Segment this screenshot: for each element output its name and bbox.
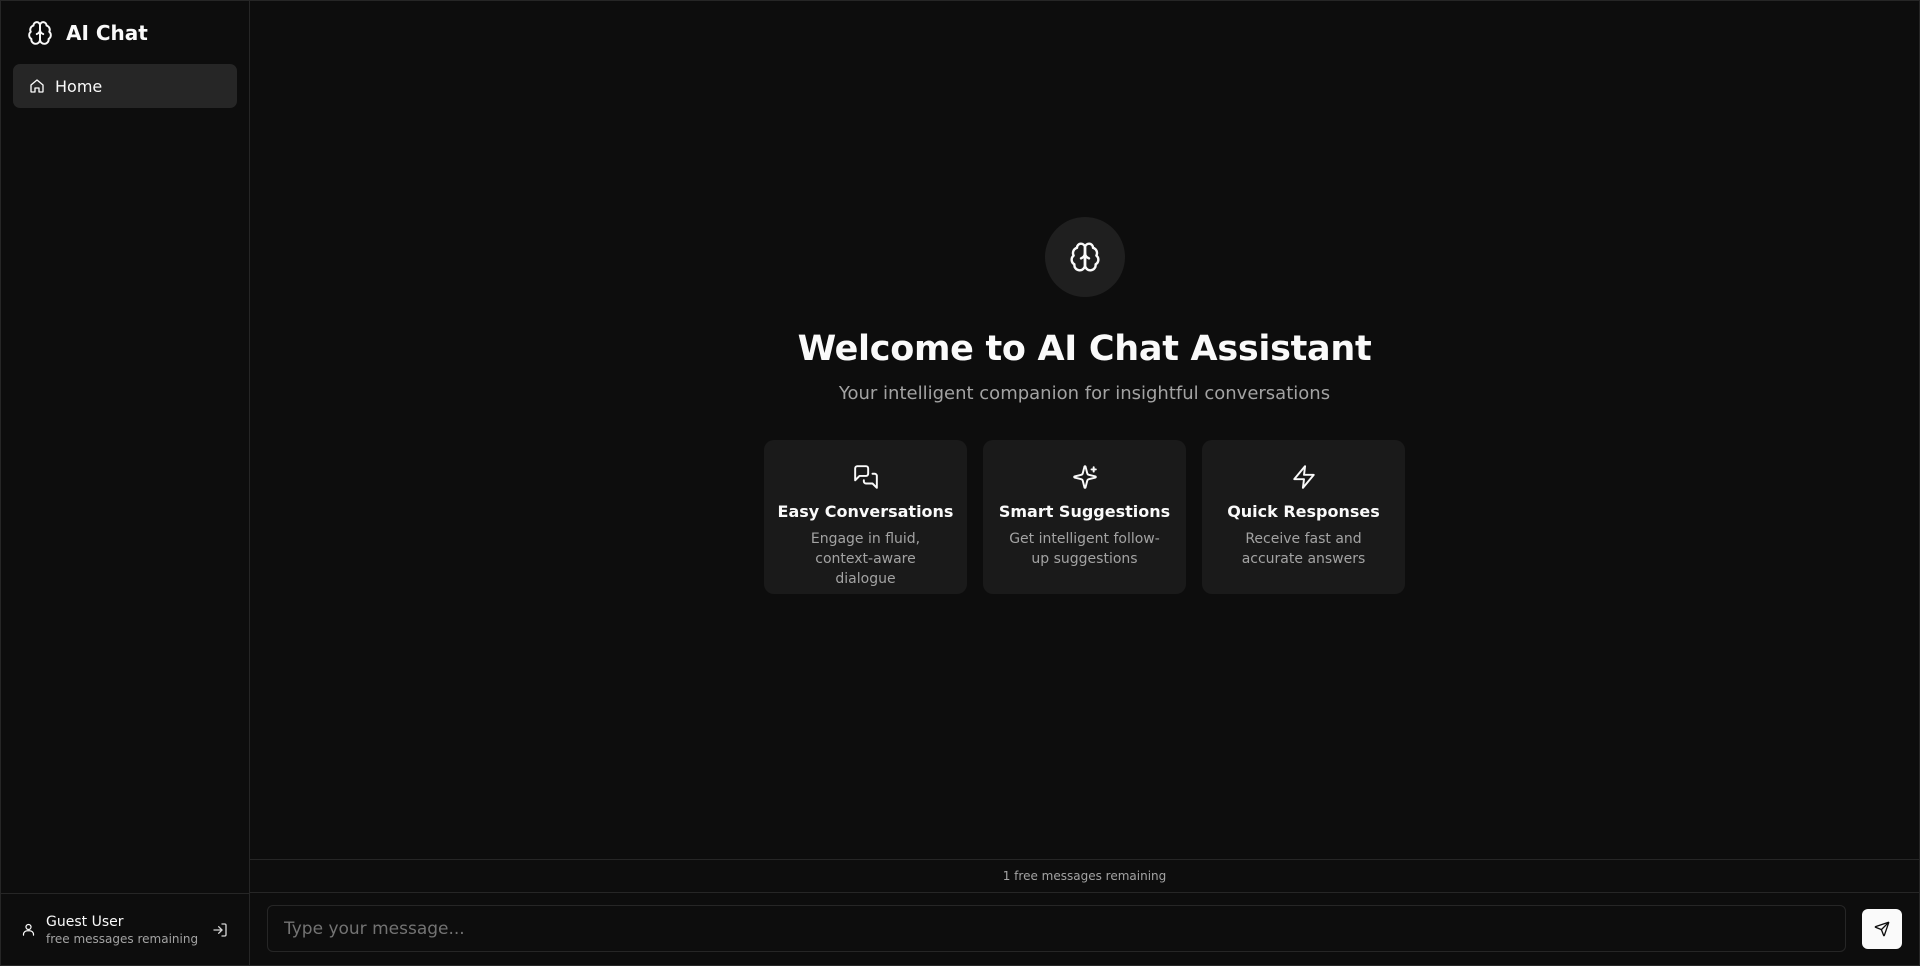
card-description: Engage in fluid, context-aware dialogue	[810, 531, 921, 587]
brand-name: AI Chat	[66, 20, 148, 45]
card-description: Get intelligent follow-up suggestions	[1009, 531, 1160, 567]
user-name: Guest User	[46, 913, 124, 930]
user-profile[interactable]: Guest User free messages remaining	[21, 914, 209, 946]
card-description: Receive fast and accurate answers	[1241, 531, 1366, 567]
free-messages-remaining: 1 free messages remaining	[250, 860, 1919, 893]
card-title: Smart Suggestions	[998, 502, 1171, 521]
brand[interactable]: AI Chat	[1, 1, 249, 64]
brain-icon	[1069, 241, 1101, 273]
login-button[interactable]	[209, 919, 231, 941]
welcome-logo	[1044, 217, 1125, 297]
user-info: Guest User free messages remaining	[46, 914, 198, 946]
feature-card-smart-suggestions: Smart Suggestions Get intelligent follow…	[983, 440, 1186, 594]
send-button[interactable]	[1862, 908, 1902, 949]
welcome-section: Welcome to AI Chat Assistant Your intell…	[250, 217, 1919, 594]
sparkles-icon	[1072, 464, 1098, 490]
page-subtitle: Your intelligent companion for insightfu…	[838, 383, 1331, 404]
feature-cards: Easy Conversations Engage in fluid, cont…	[764, 440, 1405, 594]
log-in-icon	[212, 922, 228, 938]
sidebar-item-home[interactable]: Home	[13, 64, 237, 108]
sidebar: AI Chat Home Guest User free messages re…	[1, 1, 250, 965]
sidebar-footer: Guest User free messages remaining	[1, 893, 249, 965]
feature-card-easy-conversations: Easy Conversations Engage in fluid, cont…	[764, 440, 967, 594]
page-title: Welcome to AI Chat Assistant	[797, 329, 1372, 369]
sidebar-item-label: Home	[55, 76, 103, 96]
chat-bubbles-icon	[853, 464, 879, 490]
user-subtitle: free messages remaining	[46, 931, 199, 946]
feature-card-quick-responses: Quick Responses Receive fast and accurat…	[1202, 440, 1405, 594]
card-title: Easy Conversations	[777, 502, 954, 521]
lightning-icon	[1291, 464, 1317, 490]
message-composer: 1 free messages remaining	[250, 859, 1919, 965]
brain-icon	[27, 20, 53, 46]
send-icon	[1874, 921, 1890, 937]
card-title: Quick Responses	[1227, 502, 1380, 521]
message-input[interactable]	[267, 905, 1846, 952]
app-window: AI Chat Home Guest User free messages re…	[0, 0, 1920, 966]
main-content: Welcome to AI Chat Assistant Your intell…	[250, 1, 1919, 965]
user-icon	[21, 922, 36, 937]
input-row	[250, 893, 1919, 952]
home-icon	[29, 78, 45, 94]
